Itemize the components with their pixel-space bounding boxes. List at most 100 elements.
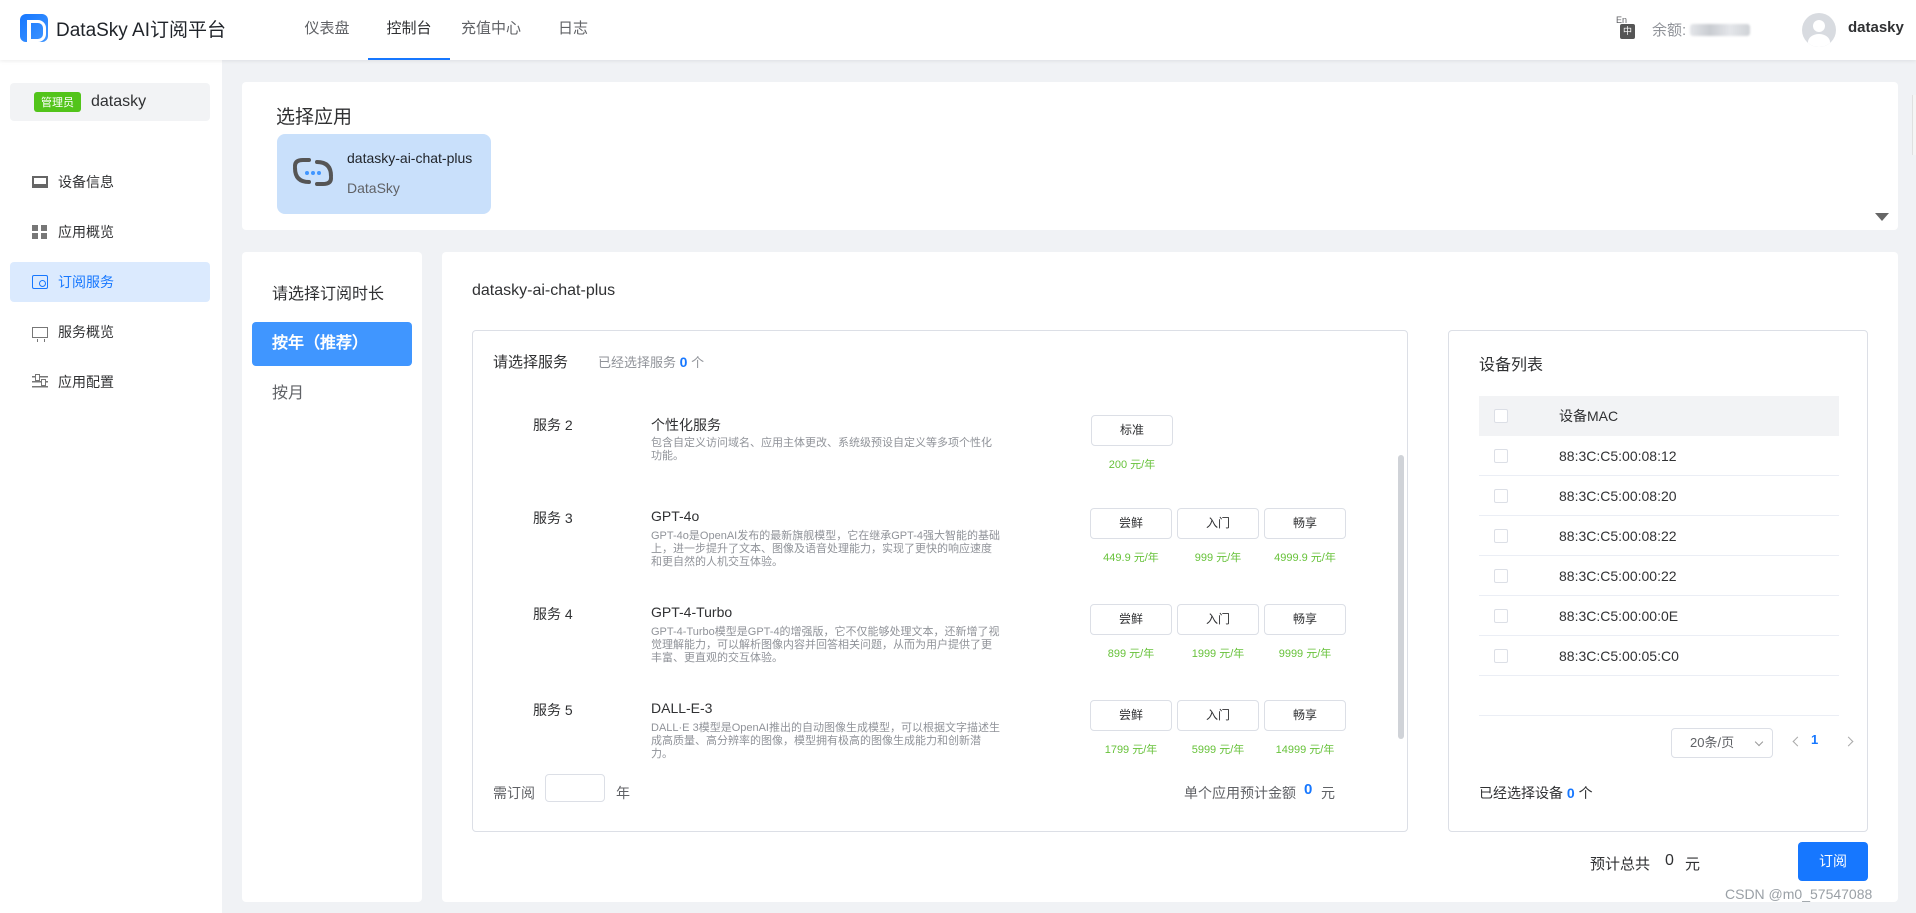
- nav-logs[interactable]: 日志: [532, 0, 614, 60]
- subscribe-button[interactable]: 订阅: [1798, 842, 1868, 881]
- service-list-scrollbar[interactable]: [1398, 455, 1404, 739]
- nav-console[interactable]: 控制台: [368, 0, 450, 60]
- caret-down-icon[interactable]: [1875, 213, 1889, 221]
- tier-button[interactable]: 入门: [1177, 508, 1259, 539]
- tier-button[interactable]: 入门: [1177, 604, 1259, 635]
- device-table-header: 设备MAC: [1479, 396, 1839, 436]
- sidebar-item-subscription[interactable]: 订阅服务: [10, 262, 210, 302]
- service-number: 服务 5: [533, 702, 573, 718]
- tier-price: 4999.9 元/年: [1274, 552, 1336, 564]
- tier-price: 999 元/年: [1194, 552, 1242, 564]
- sidebar-item-app-config[interactable]: 应用配置: [10, 362, 210, 402]
- app-card[interactable]: datasky-ai-chat-plus DataSky: [277, 134, 491, 214]
- device-mac-header: 设备MAC: [1559, 408, 1619, 424]
- select-all-checkbox[interactable]: [1494, 409, 1508, 423]
- service-selected-count: 已经选择服务 0 个: [598, 352, 704, 371]
- sidebar-username: datasky: [91, 93, 147, 110]
- logo-icon: [20, 14, 48, 42]
- duration-panel: 请选择订阅时长 按年（推荐） 按月: [242, 252, 422, 902]
- tier-button[interactable]: 畅享: [1264, 508, 1346, 539]
- sidebar-item-label: 应用概览: [58, 224, 114, 240]
- sliders-icon: [32, 374, 48, 389]
- sidebar-item-service-overview[interactable]: 服务概览: [10, 312, 210, 352]
- table-row: 88:3C:C5:00:00:22: [1479, 556, 1839, 596]
- service-selected-suffix: 个: [691, 355, 705, 370]
- chat-app-icon: [293, 158, 333, 186]
- tier-price: 449.9 元/年: [1103, 552, 1159, 564]
- sidebar-item-label: 服务概览: [58, 324, 114, 340]
- service-number: 服务 4: [533, 606, 573, 622]
- chevron-right-icon[interactable]: [1843, 734, 1857, 750]
- total-unit: 元: [1685, 856, 1701, 873]
- balance-label: 余额:: [1652, 22, 1687, 39]
- table-row: 88:3C:C5:00:08:22: [1479, 516, 1839, 556]
- service-row: 服务 4 GPT-4-Turbo GPT-4-Turbo模型是GPT-4的增强版…: [473, 604, 1407, 696]
- table-row: 88:3C:C5:00:05:C0: [1479, 636, 1839, 676]
- sidebar-item-app-overview[interactable]: 应用概览: [10, 212, 210, 252]
- tier-button[interactable]: 入门: [1177, 700, 1259, 731]
- subscription-main-panel: datasky-ai-chat-plus 请选择服务 已经选择服务 0 个 服务…: [442, 252, 1898, 902]
- estimate-label: 单个应用预计金额: [1184, 785, 1296, 801]
- tier-button[interactable]: 尝鲜: [1090, 508, 1172, 539]
- chevron-left-icon[interactable]: [1789, 734, 1803, 750]
- tier-button[interactable]: 畅享: [1264, 700, 1346, 731]
- row-checkbox[interactable]: [1494, 568, 1508, 583]
- duration-yearly[interactable]: 按年（推荐）: [252, 322, 412, 366]
- total-value: 0: [1665, 852, 1674, 869]
- tier-price: 200 元/年: [1108, 459, 1156, 471]
- sidebar-item-label: 订阅服务: [58, 274, 114, 290]
- service-selected-number: 0: [679, 354, 688, 370]
- device-mac: 88:3C:C5:00:08:12: [1559, 447, 1677, 464]
- tier: 畅享 9999 元/年: [1264, 604, 1346, 661]
- tier: 尝鲜 1799 元/年: [1090, 700, 1172, 757]
- page-size-select[interactable]: 20条/页: [1671, 728, 1773, 758]
- presentation-board-icon: [32, 326, 48, 342]
- need-subscribe-label: 需订阅: [493, 785, 535, 801]
- sidebar-item-device-info[interactable]: 设备信息: [10, 162, 210, 202]
- device-list-title: 设备列表: [1479, 357, 1544, 374]
- row-checkbox[interactable]: [1494, 608, 1508, 623]
- service-list[interactable]: 服务 2 个性化服务 包含自定义访问域名、应用主体更改、系统级预设自定义等多项个…: [473, 415, 1407, 761]
- user-card: 管理员 datasky: [10, 83, 210, 121]
- app-title: DataSky AI订阅平台: [56, 19, 226, 41]
- nav-recharge[interactable]: 充值中心: [450, 0, 532, 60]
- nav-dashboard[interactable]: 仪表盘: [286, 0, 368, 60]
- page-number[interactable]: 1: [1811, 732, 1818, 747]
- avatar[interactable]: [1802, 13, 1836, 47]
- selected-app-name: datasky-ai-chat-plus: [472, 282, 616, 299]
- service-row: 服务 2 个性化服务 包含自定义访问域名、应用主体更改、系统级预设自定义等多项个…: [473, 415, 1407, 507]
- tier: 入门 5999 元/年: [1177, 700, 1259, 757]
- tier-price: 1999 元/年: [1191, 648, 1245, 660]
- tier-button[interactable]: 标准: [1091, 415, 1173, 446]
- tier: 入门 999 元/年: [1177, 508, 1259, 565]
- service-name: DALL-E-3: [651, 700, 713, 716]
- app-card-vendor: DataSky: [347, 180, 400, 196]
- service-number: 服务 2: [533, 417, 573, 433]
- device-selected-number: 0: [1566, 785, 1575, 801]
- device-selected-count: 已经选择设备 0 个: [1479, 783, 1593, 803]
- device-mac: 88:3C:C5:00:08:22: [1559, 527, 1677, 544]
- row-checkbox[interactable]: [1494, 528, 1508, 543]
- duration-title: 请选择订阅时长: [272, 286, 385, 303]
- service-number: 服务 3: [533, 510, 573, 526]
- device-mac: 88:3C:C5:00:00:22: [1559, 567, 1677, 584]
- app-card-name: datasky-ai-chat-plus: [347, 150, 473, 166]
- tier-button[interactable]: 尝鲜: [1090, 700, 1172, 731]
- tier: 畅享 14999 元/年: [1264, 700, 1346, 757]
- years-unit: 年: [616, 785, 630, 801]
- header-username[interactable]: datasky: [1848, 19, 1904, 36]
- duration-monthly[interactable]: 按月: [252, 372, 412, 416]
- language-switch-icon[interactable]: En 中: [1612, 15, 1635, 41]
- watermark: CSDN @m0_57547088: [1725, 886, 1873, 902]
- row-checkbox[interactable]: [1494, 488, 1508, 503]
- service-name: GPT-4-Turbo: [651, 604, 733, 620]
- row-checkbox[interactable]: [1494, 448, 1508, 463]
- years-input[interactable]: [545, 774, 605, 802]
- tier-button[interactable]: 尝鲜: [1090, 604, 1172, 635]
- device-mac: 88:3C:C5:00:00:0E: [1559, 607, 1679, 624]
- balance: 余额:: [1652, 19, 1751, 40]
- service-row: 服务 3 GPT-4o GPT-4o是OpenAI发布的最新旗舰模型，它在继承G…: [473, 508, 1407, 600]
- tier-button[interactable]: 畅享: [1264, 604, 1346, 635]
- row-checkbox[interactable]: [1494, 648, 1508, 663]
- logo[interactable]: DataSky AI订阅平台: [20, 14, 226, 42]
